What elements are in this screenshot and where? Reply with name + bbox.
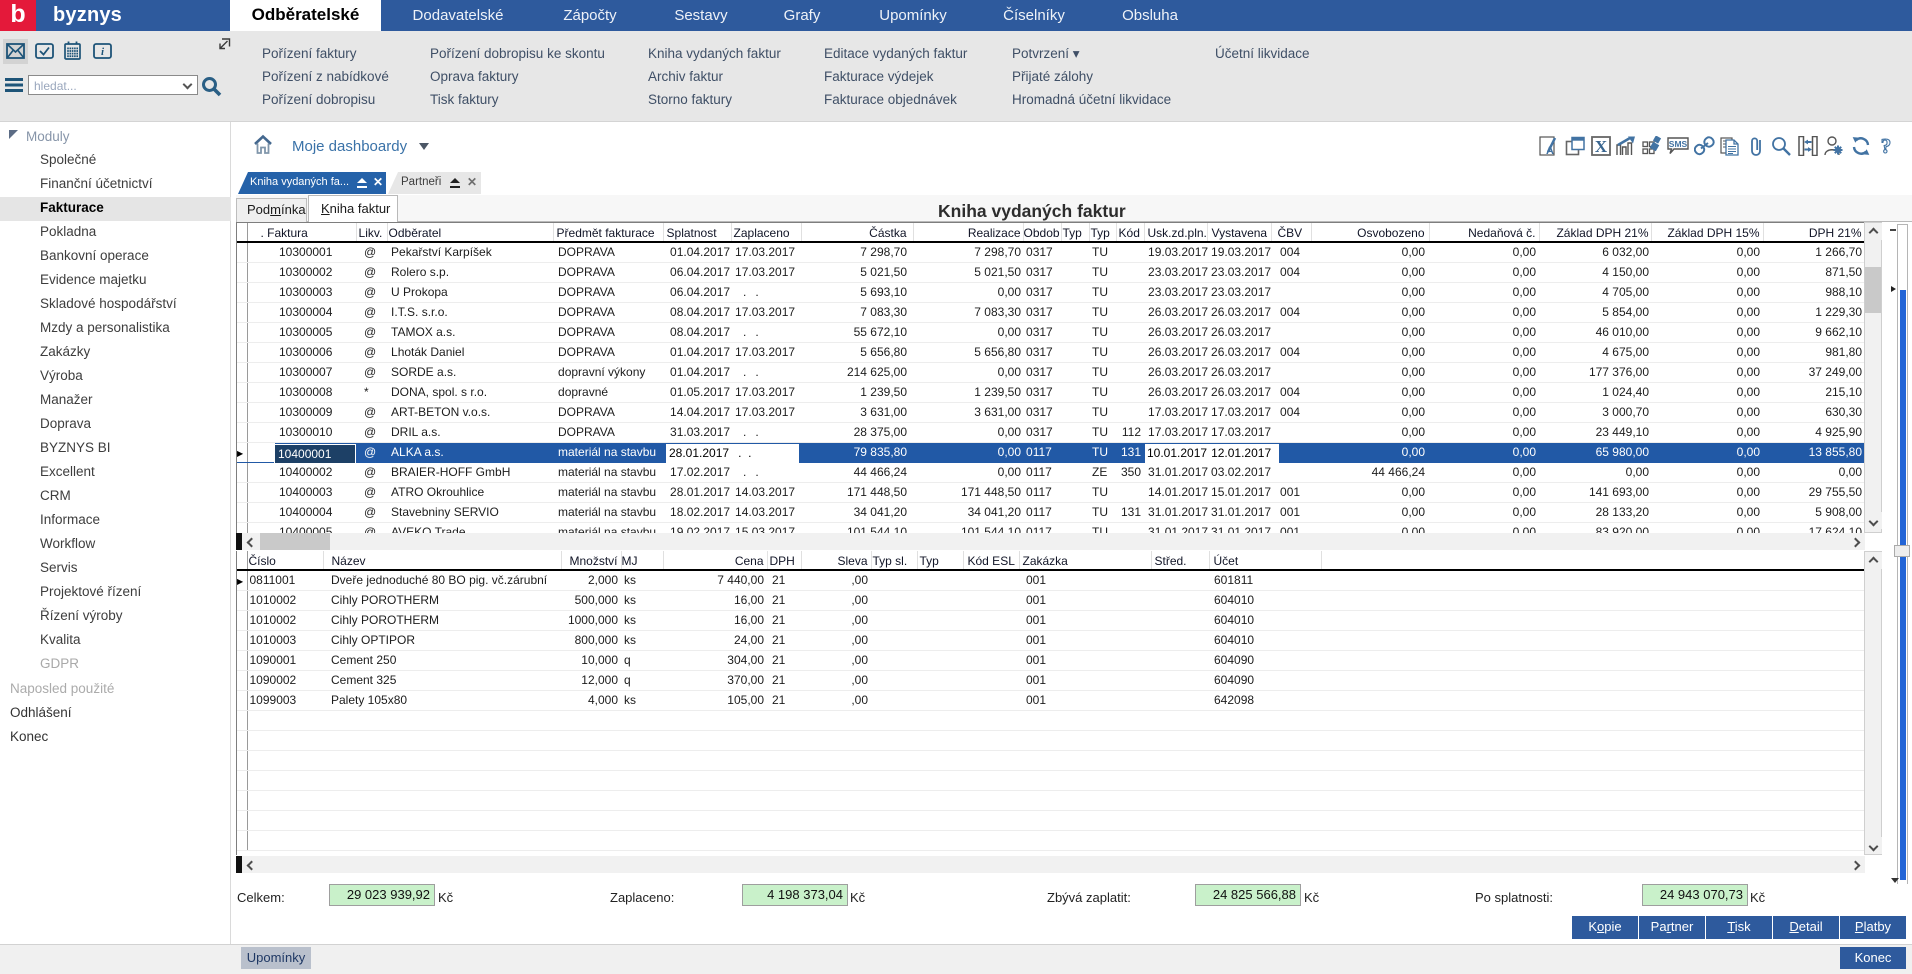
svg-text:i: i xyxy=(101,46,105,58)
svg-text:?: ? xyxy=(1881,136,1892,156)
svg-text:SMS: SMS xyxy=(1669,139,1688,149)
svg-text:A: A xyxy=(1546,145,1554,156)
svg-text:X: X xyxy=(1595,137,1608,156)
